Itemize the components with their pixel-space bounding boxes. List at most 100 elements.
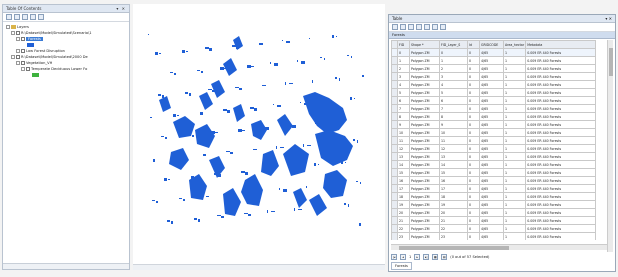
table-row[interactable]: 1 Polygon ZM 1 0 4/65 1 0.009 ER 440 Forests <box>391 56 597 65</box>
first-record-button[interactable]: |◂ <box>391 254 397 260</box>
table-cell[interactable]: 5 <box>397 88 410 97</box>
table-cell[interactable]: 1 <box>502 64 527 73</box>
layer-visibility-checkbox[interactable] <box>16 55 20 59</box>
table-cell[interactable]: 0 <box>467 96 480 105</box>
table-row[interactable]: 23 Polygon ZM 23 0 4/65 1 0.009 ER 440 Forests <box>391 232 597 240</box>
last-record-button[interactable]: ▸| <box>423 254 430 260</box>
table-cell[interactable]: Polygon ZM <box>409 192 440 201</box>
table-cell[interactable]: 0 <box>467 232 480 240</box>
table-cell[interactable]: 1 <box>502 160 527 169</box>
table-cell[interactable]: 1 <box>502 152 527 161</box>
table-cell[interactable]: 1 <box>502 56 527 65</box>
table-cell[interactable]: 0 <box>467 144 480 153</box>
table-row[interactable]: 5 Polygon ZM 5 0 4/65 1 0.009 ER 440 Forests <box>391 88 597 97</box>
table-row[interactable]: 7 Polygon ZM 7 0 4/65 1 0.009 ER 440 Forests <box>391 104 597 113</box>
table-cell[interactable]: 1 <box>502 144 527 153</box>
table-row[interactable]: 9 Polygon ZM 9 0 4/65 1 0.009 ER 440 Forests <box>391 120 597 129</box>
table-cell[interactable]: 0 <box>467 192 480 201</box>
table-cell[interactable]: 12 <box>439 144 468 153</box>
table-cell[interactable]: Polygon ZM <box>409 88 440 97</box>
table-cell[interactable]: 0 <box>467 72 480 81</box>
table-cell[interactable]: 3 <box>397 72 410 81</box>
table-cell[interactable]: 21 <box>439 216 468 225</box>
table-cell[interactable]: 17 <box>439 184 468 193</box>
table-cell[interactable]: 0 <box>467 64 480 73</box>
forest-patch[interactable] <box>261 150 279 176</box>
table-row[interactable]: 18 Polygon ZM 18 0 4/65 1 0.009 ER 440 Forests <box>391 192 597 201</box>
table-cell[interactable]: 4/65 <box>479 200 504 209</box>
table-cell[interactable]: 0.009 ER 440 Forests <box>525 152 597 161</box>
table-row[interactable]: 2 Polygon ZM 2 0 4/65 1 0.009 ER 440 Forests <box>391 64 597 73</box>
table-cell[interactable]: Polygon ZM <box>409 128 440 137</box>
table-cell[interactable]: 0.009 ER 440 Forests <box>525 104 597 113</box>
table-cell[interactable]: Polygon ZM <box>409 200 440 209</box>
column-header[interactable]: Metadata <box>525 40 597 49</box>
column-header[interactable]: FID_Layer_S <box>439 40 468 49</box>
table-cell[interactable]: 0.009 ER 440 Forests <box>525 200 597 209</box>
show-selected-records-icon[interactable]: ▤ <box>441 254 448 260</box>
column-header[interactable]: FID <box>397 40 410 49</box>
table-cell[interactable]: 0.009 ER 440 Forests <box>525 112 597 121</box>
table-cell[interactable]: 23 <box>397 232 410 240</box>
table-cell[interactable]: 4 <box>439 80 468 89</box>
table-cell[interactable]: 0.009 ER 440 Forests <box>525 56 597 65</box>
table-cell[interactable]: 0.009 ER 440 Forests <box>525 80 597 89</box>
list-by-drawing-order-icon[interactable] <box>6 14 12 20</box>
next-record-button[interactable]: ▸ <box>414 254 421 260</box>
table-cell[interactable]: 15 <box>439 168 468 177</box>
scroll-thumb[interactable] <box>399 246 509 250</box>
attribute-grid[interactable]: FID Shape * FID_Layer_S Id GRIDCODE Area_hect… <box>391 40 607 240</box>
table-cell[interactable]: 4/65 <box>479 128 504 137</box>
table-cell[interactable]: 6 <box>439 96 468 105</box>
table-cell[interactable]: 0 <box>467 176 480 185</box>
forest-patch[interactable] <box>293 188 307 208</box>
table-cell[interactable]: 16 <box>439 176 468 185</box>
attribute-table[interactable]: FID Shape * FID_Layer_S Id GRIDCODE Area_hect… <box>391 40 597 240</box>
forest-patch[interactable] <box>211 80 225 98</box>
table-cell[interactable]: 22 <box>439 224 468 233</box>
table-cell[interactable]: 0 <box>467 152 480 161</box>
table-cell[interactable]: 1 <box>502 200 527 209</box>
table-cell[interactable]: 9 <box>439 120 468 129</box>
table-cell[interactable]: 5 <box>439 88 468 97</box>
table-cell[interactable]: 4/65 <box>479 160 504 169</box>
table-cell[interactable]: 4/65 <box>479 56 504 65</box>
forest-patch[interactable] <box>223 188 241 216</box>
table-cell[interactable]: 4 <box>397 80 410 89</box>
table-horizontal-scrollbar[interactable] <box>391 244 607 250</box>
forest-patch[interactable] <box>283 144 309 176</box>
table-cell[interactable]: 0.009 ER 440 Forests <box>525 224 597 233</box>
table-cell[interactable]: 3 <box>439 72 468 81</box>
table-cell[interactable]: Polygon ZM <box>409 112 440 121</box>
forest-patch[interactable] <box>159 96 171 112</box>
forest-map[interactable] <box>133 4 385 262</box>
table-cell[interactable]: 4/65 <box>479 80 504 89</box>
table-cell[interactable]: 1 <box>502 104 527 113</box>
table-cell[interactable]: 0 <box>467 224 480 233</box>
table-cell[interactable]: Polygon ZM <box>409 48 440 57</box>
toc-window-controls[interactable]: ▾ ✕ <box>116 5 126 13</box>
toc-title-bar[interactable]: Table Of Contents ▾ ✕ <box>3 5 129 13</box>
layer-visibility-checkbox[interactable] <box>21 49 25 53</box>
table-cell[interactable]: 0 <box>467 88 480 97</box>
table-cell[interactable]: 4/65 <box>479 208 504 217</box>
table-cell[interactable]: 11 <box>439 136 468 145</box>
table-cell[interactable]: Polygon ZM <box>409 176 440 185</box>
table-cell[interactable]: 17 <box>397 184 410 193</box>
table-cell[interactable]: Polygon ZM <box>409 184 440 193</box>
table-cell[interactable]: 19 <box>397 200 410 209</box>
table-cell[interactable]: 13 <box>397 152 410 161</box>
table-cell[interactable]: 1 <box>502 168 527 177</box>
table-cell[interactable]: 19 <box>439 200 468 209</box>
table-cell[interactable]: Polygon ZM <box>409 208 440 217</box>
table-cell[interactable]: 21 <box>397 216 410 225</box>
table-cell[interactable]: 0 <box>467 160 480 169</box>
table-cell[interactable]: 1 <box>502 48 527 57</box>
clear-selection-icon[interactable] <box>424 24 430 30</box>
scroll-thumb[interactable] <box>609 48 613 76</box>
layer-visibility-checkbox[interactable] <box>16 31 20 35</box>
select-by-attributes-icon[interactable] <box>408 24 414 30</box>
table-cell[interactable]: 10 <box>439 128 468 137</box>
table-row[interactable]: 8 Polygon ZM 8 0 4/65 1 0.009 ER 440 Forests <box>391 112 597 121</box>
table-cell[interactable]: 11 <box>397 136 410 145</box>
